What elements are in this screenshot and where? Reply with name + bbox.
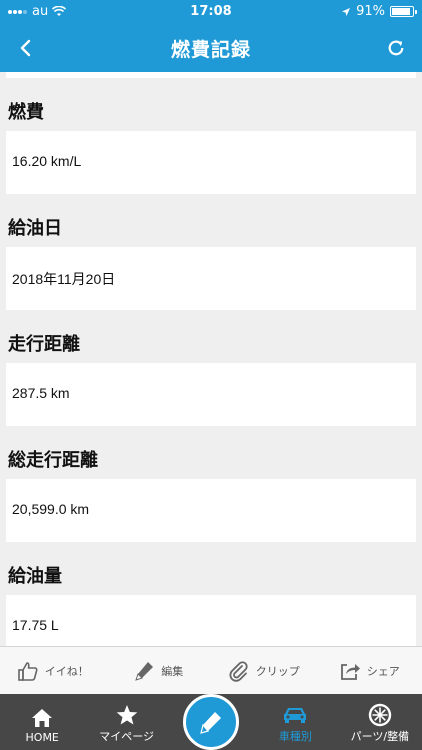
- fuel-economy-label: 燃費: [8, 102, 44, 123]
- tab-car-model[interactable]: 車種別: [253, 694, 337, 750]
- tab-mypage-label: マイページ: [99, 730, 154, 743]
- battery-icon: [390, 6, 417, 17]
- battery-percent: 91%: [356, 4, 385, 19]
- tab-parts[interactable]: パーツ/整備: [338, 694, 422, 750]
- thumbs-up-icon: [17, 661, 38, 681]
- status-bar: au 17:08 91%: [0, 0, 422, 24]
- refuel-date-label: 給油日: [8, 218, 62, 239]
- tab-post[interactable]: [169, 694, 253, 750]
- fuel-amount-value: 17.75 L: [6, 595, 416, 646]
- tab-home-label: HOME: [25, 731, 59, 744]
- pen-icon: [135, 661, 154, 681]
- refresh-icon: [388, 40, 404, 56]
- battery-fill: [392, 8, 411, 15]
- refuel-date-value: 2018年11月20日: [6, 247, 416, 310]
- location-icon: [342, 7, 351, 16]
- nav-bar: 燃費記録: [0, 24, 422, 72]
- refresh-button[interactable]: [380, 32, 412, 64]
- trip-distance-value: 287.5 km: [6, 363, 416, 426]
- post-button[interactable]: [183, 694, 240, 750]
- star-icon: [116, 705, 137, 725]
- paperclip-icon: [229, 660, 248, 682]
- share-label: シェア: [366, 664, 400, 678]
- fuel-economy-value: 16.20 km/L: [6, 131, 416, 194]
- tab-bar: HOME マイページ 車種別 パーツ/整備: [0, 694, 422, 750]
- tire-icon: [368, 703, 392, 727]
- tab-car-model-label: 車種別: [278, 730, 312, 743]
- tab-home[interactable]: HOME: [0, 694, 84, 750]
- tab-mypage[interactable]: マイページ: [84, 694, 168, 750]
- tab-parts-label: パーツ/整備: [350, 730, 410, 743]
- car-icon: [284, 708, 307, 723]
- share-button[interactable]: シェア: [317, 647, 422, 694]
- like-label: イイね！: [44, 664, 89, 678]
- fuel-amount-label: 給油量: [8, 566, 62, 587]
- home-icon: [32, 709, 53, 727]
- like-button[interactable]: イイね！: [0, 647, 106, 694]
- page-title: 燃費記録: [170, 39, 251, 61]
- fuel-record-detail[interactable]: 燃費 16.20 km/L 給油日 2018年11月20日 走行距離 287.5…: [0, 72, 422, 646]
- action-bar: イイね！ 編集 クリップ シェア: [0, 646, 422, 694]
- clip-button[interactable]: クリップ: [211, 647, 317, 694]
- pen-icon: [200, 712, 222, 734]
- clip-label: クリップ: [255, 664, 300, 678]
- total-distance-label: 総走行距離: [8, 450, 98, 471]
- share-icon: [340, 663, 360, 680]
- edit-label: 編集: [161, 664, 184, 678]
- edit-button[interactable]: 編集: [106, 647, 212, 694]
- total-distance-value: 20,599.0 km: [6, 479, 416, 542]
- trip-distance-label: 走行距離: [8, 334, 80, 355]
